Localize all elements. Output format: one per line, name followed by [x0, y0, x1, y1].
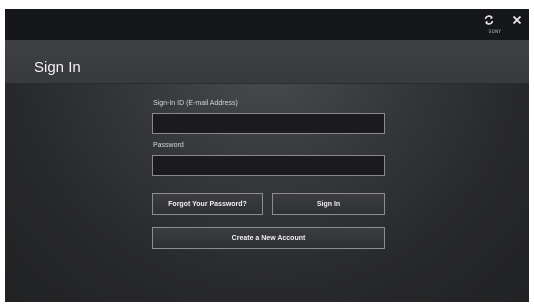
create-account-button[interactable]: Create a New Account — [152, 227, 385, 249]
forgot-password-button[interactable]: Forgot Your Password? — [152, 193, 263, 215]
signin-id-label: Sign-In ID (E-mail Address) — [153, 100, 238, 107]
signin-id-input[interactable] — [152, 113, 385, 134]
password-input[interactable] — [152, 155, 385, 176]
signin-screen: SONY Sign In Sign-In ID (E-mail Address)… — [5, 9, 529, 302]
top-bar: SONY — [5, 9, 529, 40]
sony-logo: SONY — [488, 29, 502, 34]
page-title: Sign In — [34, 59, 81, 76]
header-band — [5, 40, 529, 84]
refresh-icon[interactable] — [481, 12, 497, 28]
sign-in-button[interactable]: Sign In — [272, 193, 385, 215]
password-label: Password — [153, 142, 184, 149]
close-icon[interactable] — [509, 12, 525, 28]
